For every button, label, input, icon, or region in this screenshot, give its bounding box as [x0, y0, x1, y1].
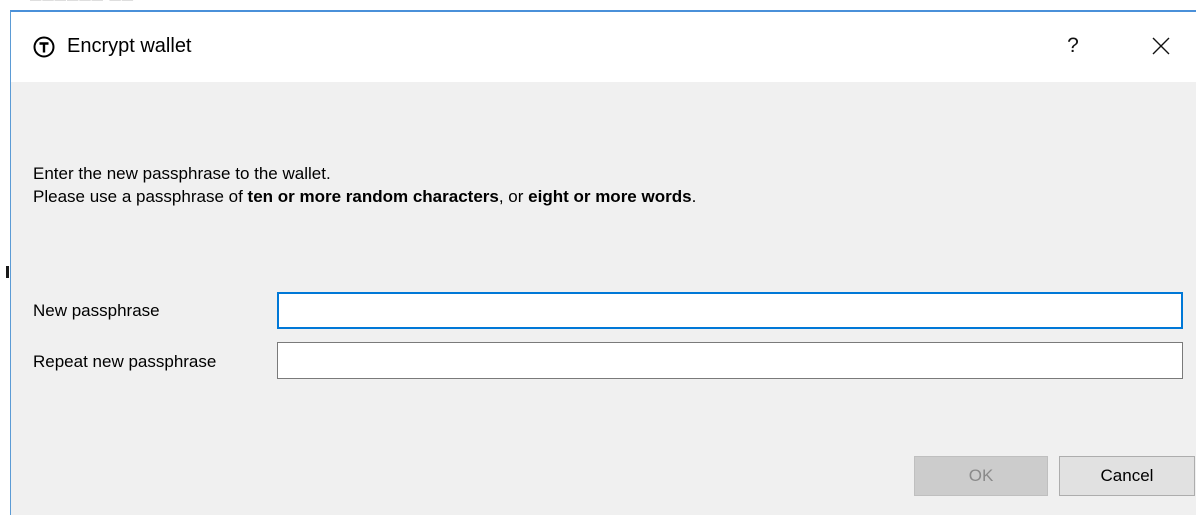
- screen: ▀▀▀▀▀▀ ▀▀ Encrypt wallet ? Enter the new…: [0, 0, 1197, 515]
- ok-button[interactable]: OK: [914, 456, 1048, 496]
- repeat-passphrase-input[interactable]: [277, 342, 1183, 379]
- background-window-fragment: ▀▀▀▀▀▀ ▀▀: [30, 0, 135, 9]
- cancel-button[interactable]: Cancel: [1059, 456, 1195, 496]
- repeat-passphrase-label: Repeat new passphrase: [33, 352, 217, 371]
- instructions-text: Enter the new passphrase to the wallet. …: [33, 162, 696, 208]
- instructions-line-1: Enter the new passphrase to the wallet.: [33, 164, 331, 183]
- new-passphrase-input[interactable]: [277, 292, 1183, 329]
- encrypt-wallet-dialog: Encrypt wallet ? Enter the new passphras…: [10, 10, 1196, 515]
- instructions-bold-words: eight or more words: [528, 187, 692, 206]
- ok-button-label: OK: [968, 466, 994, 485]
- coin-logo-icon: [33, 36, 55, 58]
- window-title: Encrypt wallet: [67, 35, 192, 57]
- title-bar[interactable]: Encrypt wallet ?: [11, 12, 1196, 82]
- instructions-mid: , or: [498, 187, 529, 206]
- instructions-line-2: Please use a passphrase of ten or more r…: [33, 185, 696, 208]
- close-button[interactable]: [1139, 26, 1183, 66]
- help-button[interactable]: ?: [1051, 26, 1095, 66]
- new-passphrase-label: New passphrase: [33, 301, 160, 320]
- close-icon: [1152, 37, 1170, 55]
- instructions-bold-characters: ten or more random characters: [247, 187, 499, 206]
- background-window-edge: [6, 266, 9, 278]
- help-label: ?: [1067, 34, 1079, 57]
- instructions-suffix: .: [691, 187, 697, 206]
- instructions-prefix: Please use a passphrase of: [33, 187, 248, 206]
- cancel-button-label: Cancel: [1100, 466, 1154, 485]
